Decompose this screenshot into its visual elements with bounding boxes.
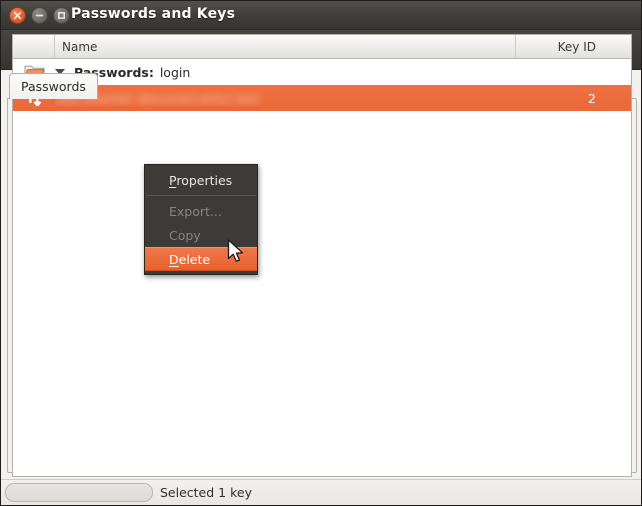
menu-item-export-label: Export... <box>169 203 222 219</box>
status-bar: Selected 1 key <box>1 479 641 505</box>
close-icon <box>13 11 22 20</box>
menu-item-delete[interactable]: Delete <box>145 247 257 271</box>
keys-tree-view[interactable]: Name Key ID Passwords: login obscured en… <box>12 34 632 477</box>
tab-passwords-label: Passwords <box>21 79 86 94</box>
menu-item-delete-label: Delete <box>169 251 211 267</box>
row-name-cell: user-blurred obscured entry text <box>55 91 516 106</box>
tab-passwords[interactable]: Passwords <box>9 73 98 99</box>
column-header-icon[interactable] <box>13 35 55 58</box>
context-menu[interactable]: Properties Export... Copy Delete <box>144 164 258 275</box>
app-window: Passwords and Keys Properties <box>0 0 642 506</box>
table-row[interactable]: Passwords: login <box>13 59 631 85</box>
menu-item-copy-label: Copy <box>169 227 201 243</box>
column-header-name[interactable]: Name <box>55 35 516 58</box>
minimize-button[interactable] <box>31 7 48 24</box>
menu-separator <box>146 195 256 196</box>
minimize-icon <box>35 14 44 17</box>
column-header-keyid[interactable]: Key ID <box>516 35 631 58</box>
title-bar: Passwords and Keys <box>1 1 641 30</box>
status-text: Selected 1 key <box>160 485 252 500</box>
table-row[interactable]: user-blurred obscured entry text 2 <box>13 85 631 111</box>
window-controls <box>9 7 70 24</box>
status-progress-bar <box>5 483 153 502</box>
menu-item-properties[interactable]: Properties <box>145 168 257 192</box>
row-keyid-cell: 2 <box>588 90 596 106</box>
menu-item-export[interactable]: Export... <box>145 199 257 223</box>
redacted-entry-name-b: obscured entry text <box>136 90 260 106</box>
menu-item-properties-label: Properties <box>169 172 233 188</box>
menu-item-copy[interactable]: Copy <box>145 223 257 247</box>
close-button[interactable] <box>9 7 26 24</box>
maximize-button[interactable] <box>53 7 70 24</box>
row-name-cell: Passwords: login <box>55 65 516 80</box>
window-title: Passwords and Keys <box>71 6 236 22</box>
group-label-rest: login <box>159 64 191 80</box>
tree-header-row: Name Key ID <box>13 35 631 59</box>
maximize-icon <box>57 11 66 20</box>
